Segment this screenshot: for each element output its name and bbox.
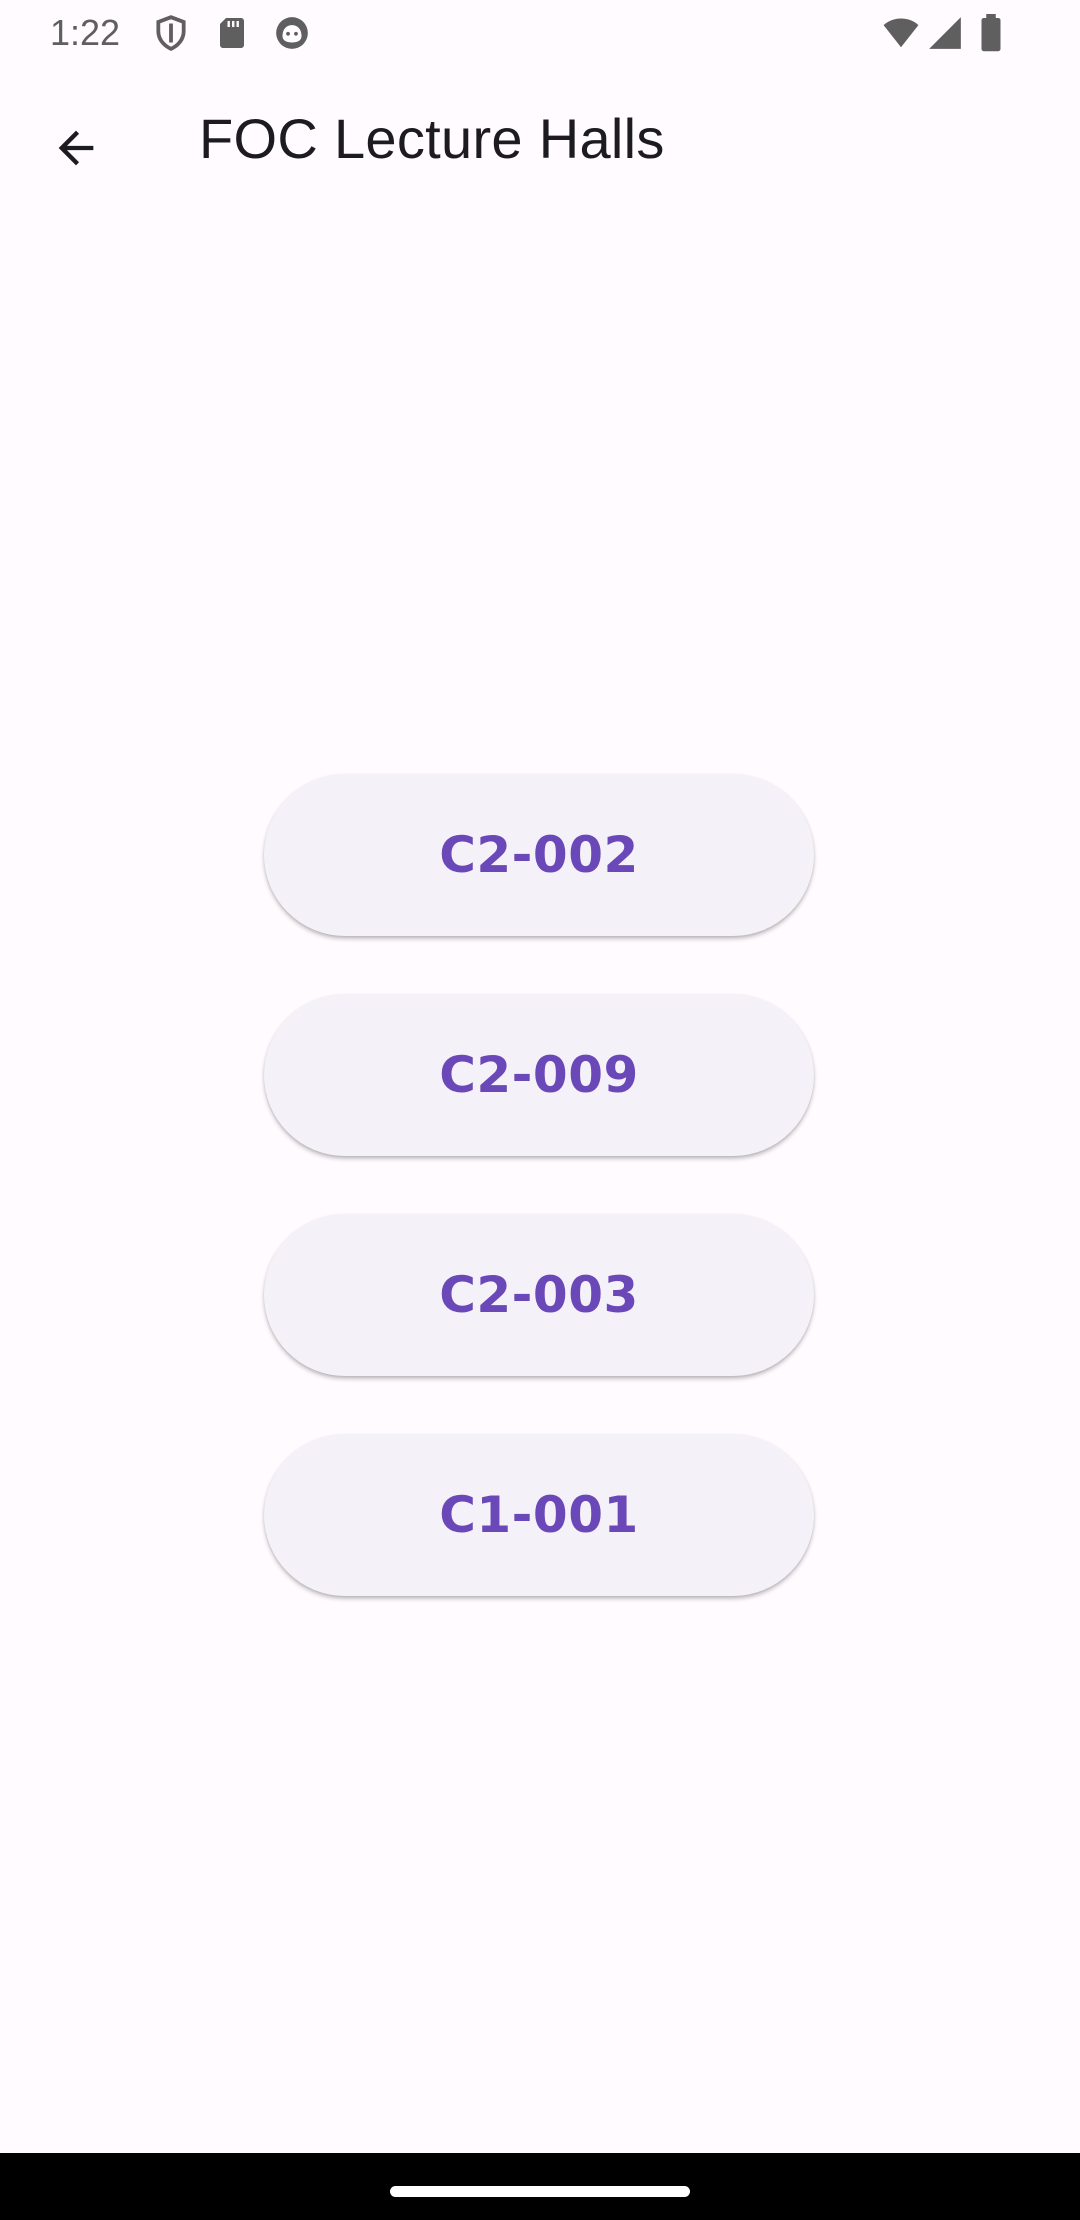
hall-button-c2-009[interactable]: C2-009 [264,994,814,1156]
hall-button-c2-002[interactable]: C2-002 [264,774,814,936]
back-button[interactable] [36,110,116,190]
signal-icon [926,14,966,52]
status-time: 1:22 [50,12,121,53]
system-navigation-bar [0,2153,1080,2220]
shield-icon [152,14,192,52]
hall-button-label: C1-001 [439,1486,639,1544]
hall-button-label: C2-002 [439,826,639,884]
hall-button-label: C2-003 [439,1266,639,1324]
wifi-icon [880,14,920,52]
lecture-hall-list: C2-002 C2-009 C2-003 C1-001 [264,774,814,1654]
hall-button-c2-003[interactable]: C2-003 [264,1214,814,1376]
page-title: FOC Lecture Halls [199,107,665,170]
hall-button-c1-001[interactable]: C1-001 [264,1434,814,1596]
cat-face-icon [273,14,313,52]
status-bar: 1:22 [0,0,1080,66]
sd-card-icon [214,14,254,52]
arrow-back-icon [50,122,102,179]
hall-button-label: C2-009 [439,1046,639,1104]
battery-icon [976,14,1016,52]
app-bar: FOC Lecture Halls [0,66,1080,216]
home-gesture-handle[interactable] [390,2186,690,2197]
